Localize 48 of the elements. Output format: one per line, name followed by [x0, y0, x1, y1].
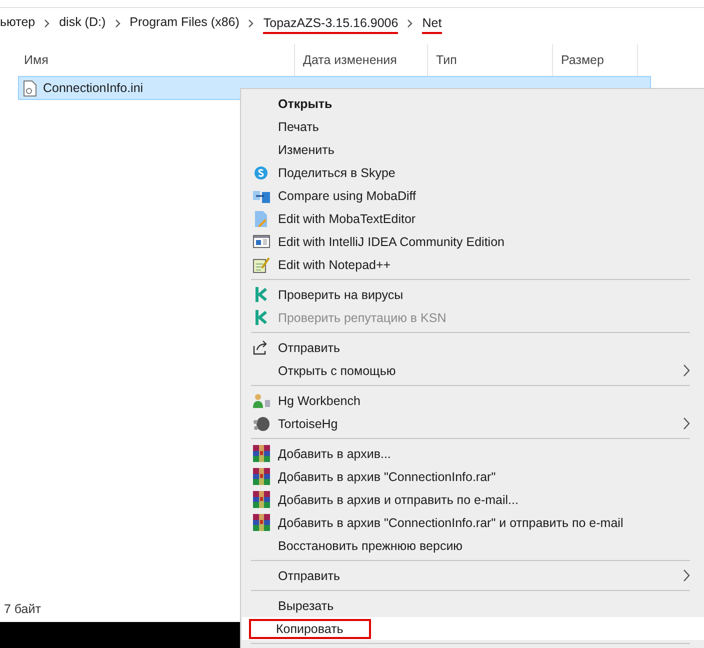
menu-item[interactable]: TortoiseHg — [242, 412, 690, 435]
menu-item[interactable]: Compare using MobaDiff — [242, 184, 690, 207]
breadcrumb-item[interactable]: ьютер — [0, 15, 36, 31]
k-icon — [254, 310, 268, 325]
menu-item[interactable]: Edit with MobaTextEditor — [242, 207, 690, 230]
menu-item[interactable]: Поделиться в Skype — [242, 161, 690, 184]
menu-item[interactable]: Копировать — [242, 617, 704, 640]
menu-item[interactable]: Добавить в архив "ConnectionInfo.rar" и отправить по e-mail — [242, 511, 690, 534]
breadcrumb-item[interactable]: disk (D:) — [59, 15, 106, 31]
menu-item[interactable]: Отправить — [242, 564, 690, 587]
menu-item[interactable]: Hg Workbench — [242, 389, 690, 412]
menu-item[interactable]: Edit with IntelliJ IDEA Community Edition — [242, 230, 690, 253]
archive-icon — [252, 468, 270, 485]
menu-item[interactable]: Открыть — [242, 92, 690, 115]
archive-icon — [252, 491, 270, 508]
chevron-icon — [407, 18, 414, 28]
menu-item[interactable]: Проверить на вирусы — [242, 283, 690, 306]
menu-item[interactable]: Edit with Notepad++ — [242, 253, 690, 276]
breadcrumb-item[interactable]: TopazAZS-3.15.16.9006 — [263, 16, 398, 34]
menu-item[interactable]: Восстановить прежнюю версию — [242, 534, 690, 557]
chevron-icon — [114, 18, 121, 28]
menu-item[interactable]: Добавить в архив... — [242, 442, 690, 465]
person-icon — [252, 393, 270, 408]
breadcrumb-item[interactable]: Net — [422, 16, 442, 34]
column-header[interactable]: Имя — [16, 44, 294, 76]
status-text: 7 байт — [4, 602, 41, 616]
archive-icon — [252, 514, 270, 531]
share-icon — [253, 340, 269, 355]
menu-item[interactable]: Печать — [242, 115, 690, 138]
document-icon — [254, 210, 268, 226]
menu-item[interactable]: Добавить в архив "ConnectionInfo.rar" — [242, 465, 690, 488]
menu-item[interactable]: Открыть с помощью — [242, 359, 690, 382]
chevron-icon — [44, 18, 50, 28]
file-icon — [23, 80, 37, 96]
file-name: ConnectionInfo.ini — [43, 81, 144, 95]
menu-item[interactable]: Отправить — [242, 336, 690, 359]
window-icon — [252, 235, 270, 248]
menu-item[interactable]: Добавить в архив и отправить по e-mail... — [242, 488, 690, 511]
tortoise-icon — [252, 416, 270, 432]
breadcrumb-item[interactable]: Program Files (x86) — [130, 15, 240, 31]
menu-item[interactable]: Вырезать — [242, 594, 690, 617]
menu-item[interactable]: Изменить — [242, 138, 690, 161]
compare-icon — [252, 188, 270, 202]
chevron-icon — [248, 18, 254, 28]
notepad-icon — [252, 256, 270, 272]
archive-icon — [252, 445, 270, 462]
skype-icon — [254, 166, 268, 180]
k-icon — [254, 287, 268, 302]
